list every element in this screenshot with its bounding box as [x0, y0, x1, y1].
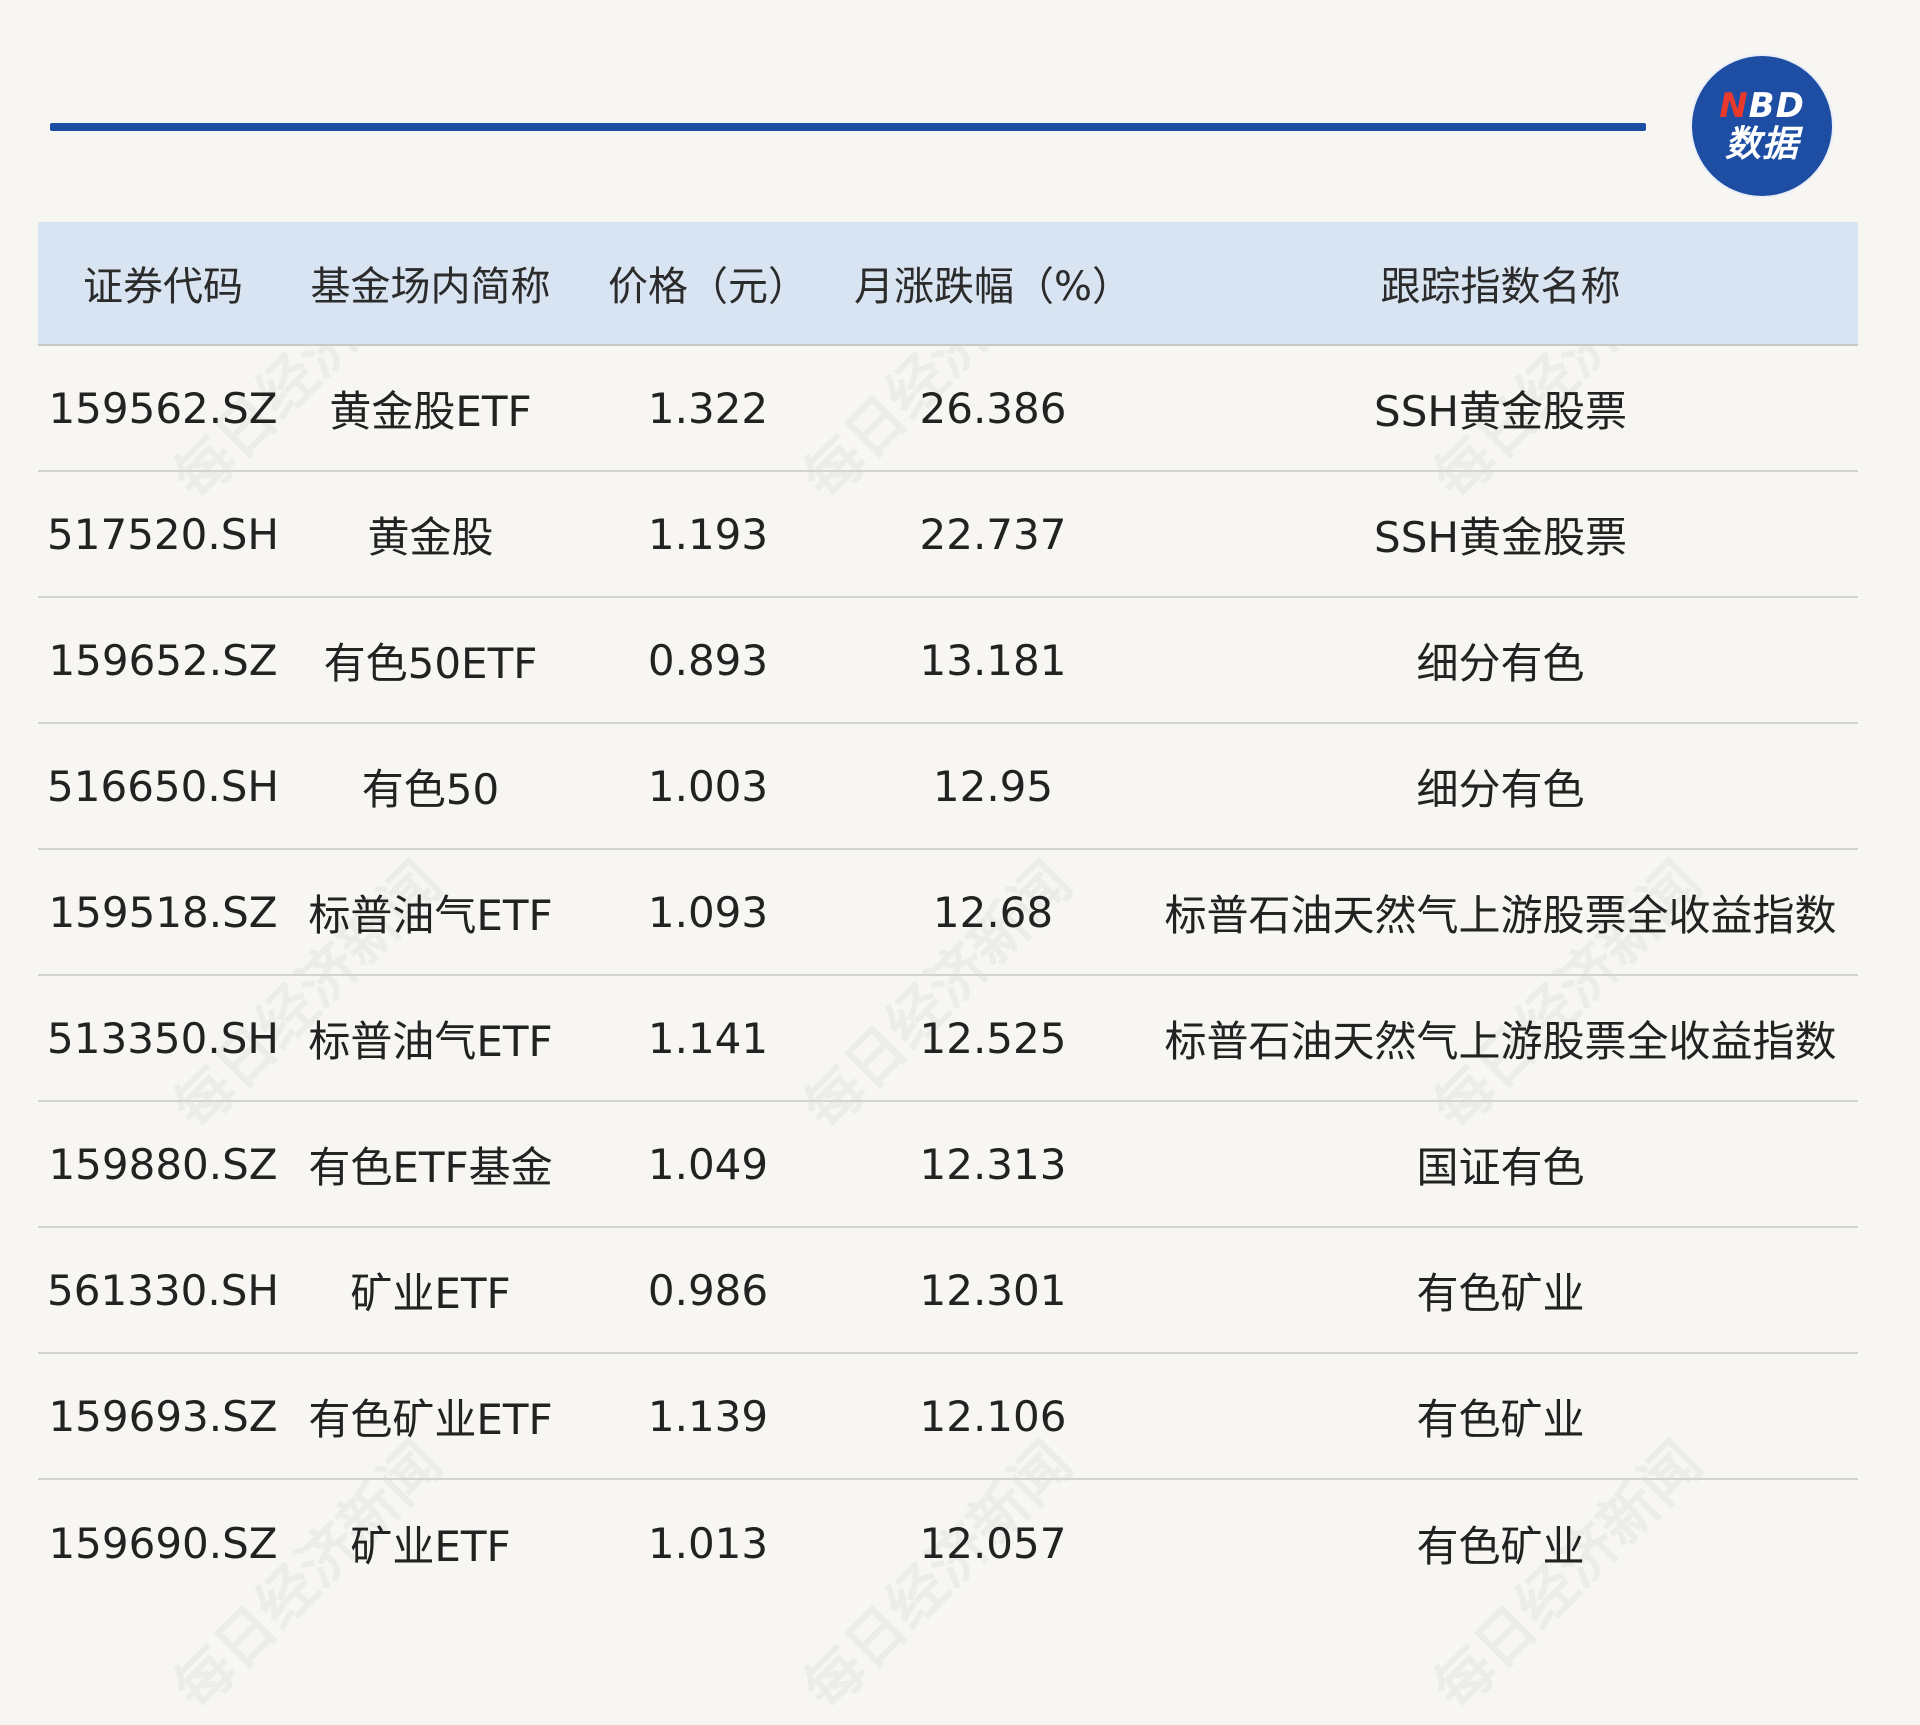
cell-name: 有色ETF基金 [308, 1142, 553, 1192]
header-monthly-change: 月涨跌幅（%） [853, 264, 1132, 310]
table-row: 517520.SH 黄金股 1.193 22.737 SSH黄金股票 [38, 472, 1858, 598]
cell-change: 13.181 [919, 635, 1067, 685]
table-row: 159652.SZ 有色50ETF 0.893 13.181 细分有色 [38, 598, 1858, 724]
cell-name: 有色50 [361, 764, 500, 814]
nbd-data-logo: NBD 数据 [1692, 56, 1832, 196]
cell-change: 22.737 [919, 509, 1067, 559]
cell-code: 516650.SH [47, 761, 279, 811]
cell-change: 12.68 [932, 887, 1054, 937]
cell-code: 159693.SZ [48, 1391, 278, 1441]
cell-name: 黄金股ETF [329, 386, 532, 436]
header-tracking-index: 跟踪指数名称 [1380, 264, 1621, 310]
cell-price: 1.093 [647, 887, 769, 937]
table-row: 159518.SZ 标普油气ETF 1.093 12.68 标普石油天然气上游股… [38, 850, 1858, 976]
cell-index: 国证有色 [1416, 1142, 1585, 1192]
table-header-row: 证券代码 基金场内简称 价格（元） 月涨跌幅（%） 跟踪指数名称 [38, 222, 1858, 346]
table-row: 516650.SH 有色50 1.003 12.95 细分有色 [38, 724, 1858, 850]
cell-index: 标普石油天然气上游股票全收益指数 [1164, 890, 1837, 940]
logo-text-nbd: NBD [1719, 89, 1805, 123]
cell-price: 1.139 [647, 1391, 769, 1441]
table-row: 159562.SZ 黄金股ETF 1.322 26.386 SSH黄金股票 [38, 346, 1858, 472]
cell-code: 517520.SH [47, 509, 279, 559]
cell-index: SSH黄金股票 [1374, 512, 1627, 562]
header-security-code: 证券代码 [83, 264, 243, 310]
cell-change: 12.525 [919, 1013, 1067, 1063]
cell-index: 细分有色 [1416, 638, 1585, 688]
cell-change: 12.301 [919, 1265, 1067, 1315]
cell-price: 1.013 [647, 1518, 769, 1568]
cell-change: 12.95 [932, 761, 1054, 811]
cell-code: 159690.SZ [48, 1518, 278, 1568]
cell-price: 0.893 [647, 635, 769, 685]
cell-index: SSH黄金股票 [1374, 386, 1627, 436]
cell-index: 标普石油天然气上游股票全收益指数 [1164, 1016, 1837, 1066]
logo-letter-n: N [1719, 86, 1749, 126]
etf-performance-table: 证券代码 基金场内简称 价格（元） 月涨跌幅（%） 跟踪指数名称 159562.… [38, 222, 1858, 1606]
cell-code: 159518.SZ [48, 887, 278, 937]
cell-index: 细分有色 [1416, 764, 1585, 814]
cell-price: 1.141 [647, 1013, 769, 1063]
cell-price: 0.986 [647, 1265, 769, 1315]
cell-code: 159652.SZ [48, 635, 278, 685]
cell-change: 12.057 [919, 1518, 1067, 1568]
cell-price: 1.322 [647, 383, 769, 433]
cell-price: 1.003 [647, 761, 769, 811]
cell-index: 有色矿业 [1416, 1521, 1585, 1571]
cell-code: 561330.SH [47, 1265, 279, 1315]
cell-name: 矿业ETF [350, 1521, 511, 1571]
logo-text-data: 数据 [1724, 124, 1799, 165]
cell-code: 159562.SZ [48, 383, 278, 433]
cell-name: 标普油气ETF [308, 890, 553, 940]
header-price: 价格（元） [608, 264, 808, 310]
cell-name: 矿业ETF [350, 1268, 511, 1318]
cell-name: 标普油气ETF [308, 1016, 553, 1066]
cell-code: 159880.SZ [48, 1139, 278, 1189]
cell-change: 12.313 [919, 1139, 1067, 1189]
cell-name: 有色50ETF [323, 638, 538, 688]
header-fund-short-name: 基金场内简称 [310, 264, 551, 310]
top-accent-line [50, 123, 1646, 131]
cell-index: 有色矿业 [1416, 1268, 1585, 1318]
table-row: 159690.SZ 矿业ETF 1.013 12.057 有色矿业 [38, 1480, 1858, 1606]
cell-name: 有色矿业ETF [308, 1394, 553, 1444]
table-row: 561330.SH 矿业ETF 0.986 12.301 有色矿业 [38, 1228, 1858, 1354]
cell-name: 黄金股 [367, 512, 494, 562]
cell-index: 有色矿业 [1416, 1394, 1585, 1444]
table-row: 513350.SH 标普油气ETF 1.141 12.525 标普石油天然气上游… [38, 976, 1858, 1102]
cell-code: 513350.SH [47, 1013, 279, 1063]
cell-change: 26.386 [919, 383, 1067, 433]
table-row: 159880.SZ 有色ETF基金 1.049 12.313 国证有色 [38, 1102, 1858, 1228]
cell-change: 12.106 [919, 1391, 1067, 1441]
cell-price: 1.049 [647, 1139, 769, 1189]
logo-letters-bd: BD [1748, 86, 1805, 126]
table-row: 159693.SZ 有色矿业ETF 1.139 12.106 有色矿业 [38, 1354, 1858, 1480]
cell-price: 1.193 [647, 509, 769, 559]
